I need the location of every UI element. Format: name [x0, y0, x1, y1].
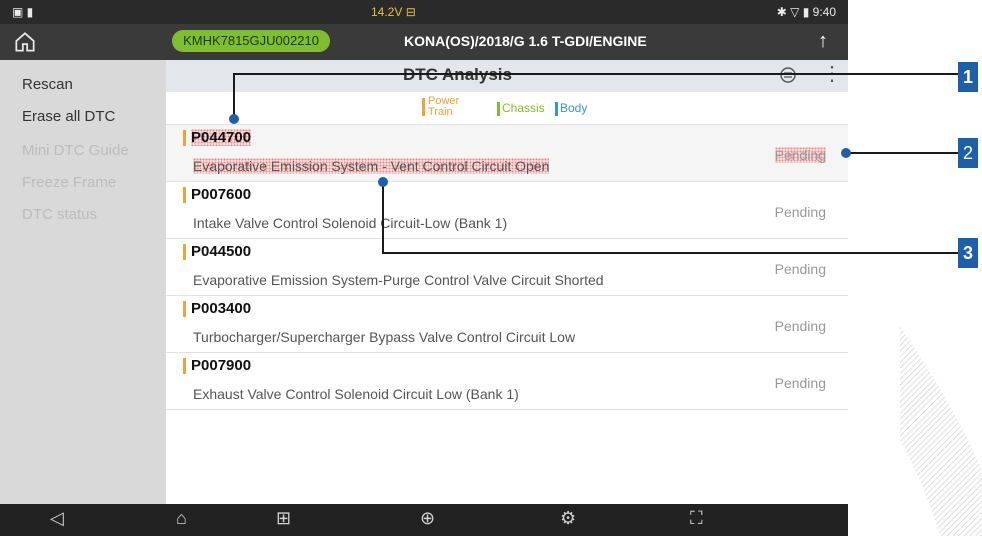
decorative-hatch	[900, 325, 982, 536]
page-title: DTC Analysis	[403, 65, 512, 84]
dtc-row[interactable]: P044500 Evaporative Emission System-Purg…	[166, 238, 848, 295]
power-train-marker	[183, 130, 186, 146]
status-right-icons: ✱ ▽ ▮ 9:40	[776, 5, 836, 19]
legend-power-train-line2: Train	[428, 106, 453, 118]
dtc-row[interactable]: P007900 Exhaust Valve Control Solenoid C…	[166, 352, 848, 410]
settings-gear-icon[interactable]: ⚙	[560, 508, 576, 529]
legend-body: Body	[554, 101, 588, 116]
dtc-status: Pending	[774, 204, 826, 220]
dtc-row[interactable]: P003400 Turbocharger/Supercharger Bypass…	[166, 295, 848, 352]
back-icon[interactable]: ◁	[50, 508, 64, 529]
android-nav-bar: ◁ ⌂ ⊞ ⊕ ⚙ ⛶	[0, 504, 848, 536]
apps-grid-icon[interactable]: ⊞	[276, 508, 291, 529]
power-train-marker	[183, 358, 186, 374]
status-bar: ▣ ▮ 14.2V ⊟ ✱ ▽ ▮ 9:40	[0, 0, 848, 24]
dtc-status: Pending	[774, 261, 826, 277]
dtc-status: Pending	[774, 318, 826, 334]
home-nav-icon[interactable]: ⌂	[176, 508, 187, 529]
dtc-code: P044500	[191, 243, 252, 260]
sidebar: Rescan Erase all DTC Mini DTC Guide Free…	[0, 60, 166, 504]
system-legend: Power Train Chassis Body	[166, 92, 848, 124]
power-train-marker	[183, 187, 186, 203]
dtc-panel: DTC Analysis ⋮ Power Train Chassis Body …	[166, 60, 848, 504]
battery-voltage: 14.2V ⊟	[371, 5, 416, 19]
vehicle-info: KONA(OS)/2018/G 1.6 T-GDI/ENGINE	[404, 33, 647, 49]
status-left-icons: ▣ ▮	[12, 5, 34, 19]
dtc-row[interactable]: P044700 Evaporative Emission System - Ve…	[166, 124, 848, 181]
sidebar-item-freeze-frame[interactable]: Freeze Frame	[22, 174, 116, 191]
app-bar: KMHK7815GJU002210 KONA(OS)/2018/G 1.6 T-…	[0, 24, 848, 60]
legend-chassis: Chassis	[497, 101, 545, 116]
filter-icon[interactable]	[778, 65, 798, 85]
sidebar-item-rescan[interactable]: Rescan	[22, 76, 73, 93]
upload-icon[interactable]: ↑	[818, 30, 828, 53]
dtc-status: Pending	[774, 375, 826, 391]
screenshot-icon[interactable]: ⛶	[690, 508, 703, 529]
dtc-code: P003400	[191, 300, 252, 317]
dtc-code: P007600	[191, 186, 252, 203]
globe-icon[interactable]: ⊕	[420, 508, 435, 529]
legend-power-train: Power Train	[421, 96, 459, 118]
dtc-description: Turbocharger/Supercharger Bypass Valve C…	[193, 329, 576, 345]
dtc-header: DTC Analysis ⋮	[166, 60, 848, 92]
diagnostic-device-screen: ▣ ▮ 14.2V ⊟ ✱ ▽ ▮ 9:40 KMHK7815GJU002210…	[0, 0, 848, 536]
dtc-description: Intake Valve Control Solenoid Circuit-Lo…	[193, 215, 508, 231]
dtc-description: Evaporative Emission System-Purge Contro…	[193, 272, 604, 288]
dtc-description: Exhaust Valve Control Solenoid Circuit L…	[193, 386, 519, 402]
sidebar-item-dtc-status[interactable]: DTC status	[22, 206, 97, 223]
dtc-row[interactable]: P007600 Intake Valve Control Solenoid Ci…	[166, 181, 848, 238]
sidebar-item-erase-all-dtc[interactable]: Erase all DTC	[22, 108, 115, 125]
dtc-status: Pending	[774, 147, 826, 163]
power-train-marker	[183, 301, 186, 317]
sidebar-item-mini-dtc-guide[interactable]: Mini DTC Guide	[22, 142, 129, 159]
dtc-description: Evaporative Emission System - Vent Contr…	[193, 158, 550, 174]
dtc-code: P044700	[191, 129, 252, 146]
dtc-code: P007900	[191, 357, 252, 374]
power-train-marker	[183, 244, 186, 260]
vin-badge: KMHK7815GJU002210	[172, 30, 330, 52]
home-icon[interactable]	[12, 29, 38, 55]
more-options-icon[interactable]: ⋮	[822, 61, 842, 86]
